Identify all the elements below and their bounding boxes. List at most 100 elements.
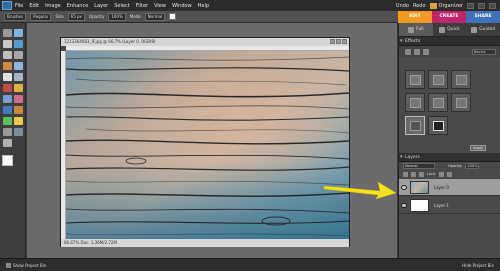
hand-tool-icon[interactable] bbox=[3, 40, 12, 48]
menu-view[interactable]: View bbox=[154, 3, 166, 9]
foreground-color-swatch[interactable] bbox=[2, 155, 13, 166]
menu-file[interactable]: File bbox=[15, 3, 23, 9]
layer-row[interactable]: Layer 1 bbox=[399, 197, 500, 214]
eye-icon[interactable] bbox=[401, 184, 407, 190]
eraser-tool-icon[interactable] bbox=[14, 95, 23, 103]
show-project-bin-label: Show Project Bin bbox=[13, 262, 47, 268]
tab-full[interactable]: Full bbox=[399, 23, 433, 36]
layer-row-selected[interactable]: Layer 0 bbox=[399, 179, 500, 196]
undo-button[interactable]: Undo bbox=[396, 3, 409, 9]
lasso-tool-icon[interactable] bbox=[14, 51, 23, 59]
effect-thumbnail[interactable] bbox=[451, 70, 471, 89]
paint-bucket-tool-icon[interactable] bbox=[14, 106, 23, 114]
new-layer-icon[interactable] bbox=[403, 171, 408, 177]
redo-button[interactable]: Redo bbox=[413, 3, 426, 9]
layer-thumbnail bbox=[410, 180, 429, 194]
show-project-bin-button[interactable]: Show Project Bin bbox=[6, 262, 47, 268]
edit-subtabs: Full Quick Guided bbox=[399, 23, 500, 37]
effect-thumbnail-selected[interactable] bbox=[405, 116, 425, 135]
menu-edit[interactable]: Edit bbox=[29, 3, 39, 9]
color-swatch[interactable] bbox=[169, 13, 177, 20]
menu-window[interactable]: Window bbox=[172, 3, 192, 9]
tab-edit[interactable]: EDIT bbox=[398, 11, 432, 23]
marquee-tool-icon[interactable] bbox=[3, 51, 12, 59]
document-title: 1213364683_IF.jpg @ 66.7% (Layer 0, RGB/… bbox=[61, 38, 349, 46]
eye-icon[interactable] bbox=[401, 202, 407, 208]
red-eye-tool-icon[interactable] bbox=[3, 84, 12, 92]
blur-tool-icon[interactable] bbox=[3, 128, 12, 136]
quick-edit-icon bbox=[439, 26, 446, 33]
move-tool-icon[interactable] bbox=[3, 29, 12, 37]
organizer-button[interactable]: Organizer bbox=[429, 2, 463, 9]
wood-texture-image[interactable] bbox=[66, 51, 349, 239]
size-field[interactable]: 65 px bbox=[67, 12, 85, 21]
tab-share[interactable]: SHARE bbox=[466, 11, 500, 23]
quick-selection-tool-icon[interactable] bbox=[14, 62, 23, 70]
eyedropper-tool-icon[interactable] bbox=[14, 40, 23, 48]
tab-create[interactable]: CREATE bbox=[432, 11, 466, 23]
hide-project-bin-button[interactable]: Hide Project Bin bbox=[462, 263, 494, 268]
brush-mode-select[interactable]: Regular bbox=[30, 12, 52, 21]
layers-panel-header[interactable]: Layers bbox=[399, 153, 500, 162]
color-picker[interactable] bbox=[2, 155, 17, 170]
delete-layer-icon[interactable] bbox=[419, 171, 424, 177]
organizer-icon bbox=[429, 2, 437, 9]
layers-options-row: Normal Opacity: 100% bbox=[399, 162, 500, 170]
tab-quick[interactable]: Quick bbox=[433, 23, 467, 36]
gradient-tool-icon[interactable] bbox=[3, 117, 12, 125]
effects-panel-header[interactable]: Effects bbox=[399, 37, 500, 46]
opacity-field[interactable]: 100% bbox=[108, 12, 126, 21]
opacity-label: Opacity bbox=[88, 14, 105, 19]
menu-image[interactable]: Image bbox=[45, 3, 61, 9]
adjustment-layer-icon[interactable] bbox=[411, 171, 416, 177]
effect-thumbnail[interactable] bbox=[405, 70, 425, 89]
close-button[interactable] bbox=[489, 2, 496, 9]
crop-tool-icon[interactable] bbox=[14, 73, 23, 81]
document-status: 66.67% Doc: 1.36M/2.72M bbox=[61, 239, 349, 247]
effects-toolbar: Bevels bbox=[399, 46, 500, 57]
healing-brush-tool-icon[interactable] bbox=[14, 84, 23, 92]
size-label: Size bbox=[55, 14, 64, 19]
lock-all-icon[interactable] bbox=[447, 171, 453, 177]
effect-thumbnail[interactable] bbox=[428, 70, 448, 89]
layer-styles-icon[interactable] bbox=[414, 48, 420, 55]
menu-enhance[interactable]: Enhance bbox=[67, 3, 89, 9]
doc-close-button[interactable] bbox=[342, 39, 347, 44]
layer-opacity-label: Opacity: bbox=[448, 164, 463, 168]
mode-tabs: EDIT CREATE SHARE bbox=[398, 11, 500, 23]
clone-stamp-tool-icon[interactable] bbox=[3, 95, 12, 103]
minimize-button[interactable] bbox=[467, 2, 474, 9]
magic-wand-tool-icon[interactable] bbox=[3, 62, 12, 70]
filters-icon[interactable] bbox=[405, 48, 411, 55]
menu-layer[interactable]: Layer bbox=[94, 3, 108, 9]
menu-help[interactable]: Help bbox=[198, 3, 209, 9]
maximize-button[interactable] bbox=[478, 2, 485, 9]
zoom-tool-icon[interactable] bbox=[14, 29, 23, 37]
photo-effects-icon[interactable] bbox=[423, 48, 429, 55]
layer-opacity-field[interactable]: 100% bbox=[465, 163, 480, 169]
apply-button[interactable]: Apply bbox=[470, 145, 486, 151]
effect-thumbnail[interactable] bbox=[451, 93, 471, 112]
menu-filter[interactable]: Filter bbox=[136, 3, 148, 9]
pencil-tool-icon[interactable] bbox=[3, 139, 12, 147]
lock-transparent-icon[interactable] bbox=[439, 171, 445, 177]
effect-thumbnail[interactable] bbox=[405, 93, 425, 112]
effects-category-select[interactable]: Bevels bbox=[472, 48, 496, 55]
effect-thumbnail[interactable] bbox=[428, 93, 448, 112]
wood-texture-art bbox=[66, 51, 349, 239]
mode-label: Mode bbox=[129, 14, 141, 19]
tab-guided[interactable]: Guided bbox=[466, 23, 500, 36]
layer-blend-mode-select[interactable]: Normal bbox=[403, 163, 435, 169]
brush-preset-select[interactable]: Brushes bbox=[4, 12, 27, 21]
brush-tool-icon[interactable] bbox=[3, 106, 12, 114]
menu-select[interactable]: Select bbox=[114, 3, 129, 9]
doc-minimize-button[interactable] bbox=[330, 39, 335, 44]
sponge-tool-icon[interactable] bbox=[14, 128, 23, 136]
blend-mode-select[interactable]: Normal bbox=[144, 12, 166, 21]
tab-full-label: Full bbox=[415, 27, 424, 32]
type-tool-icon[interactable] bbox=[3, 73, 12, 81]
doc-maximize-button[interactable] bbox=[336, 39, 341, 44]
shape-tool-icon[interactable] bbox=[14, 117, 23, 125]
effect-thumbnail[interactable] bbox=[428, 116, 448, 135]
layer-thumbnail bbox=[410, 198, 429, 212]
